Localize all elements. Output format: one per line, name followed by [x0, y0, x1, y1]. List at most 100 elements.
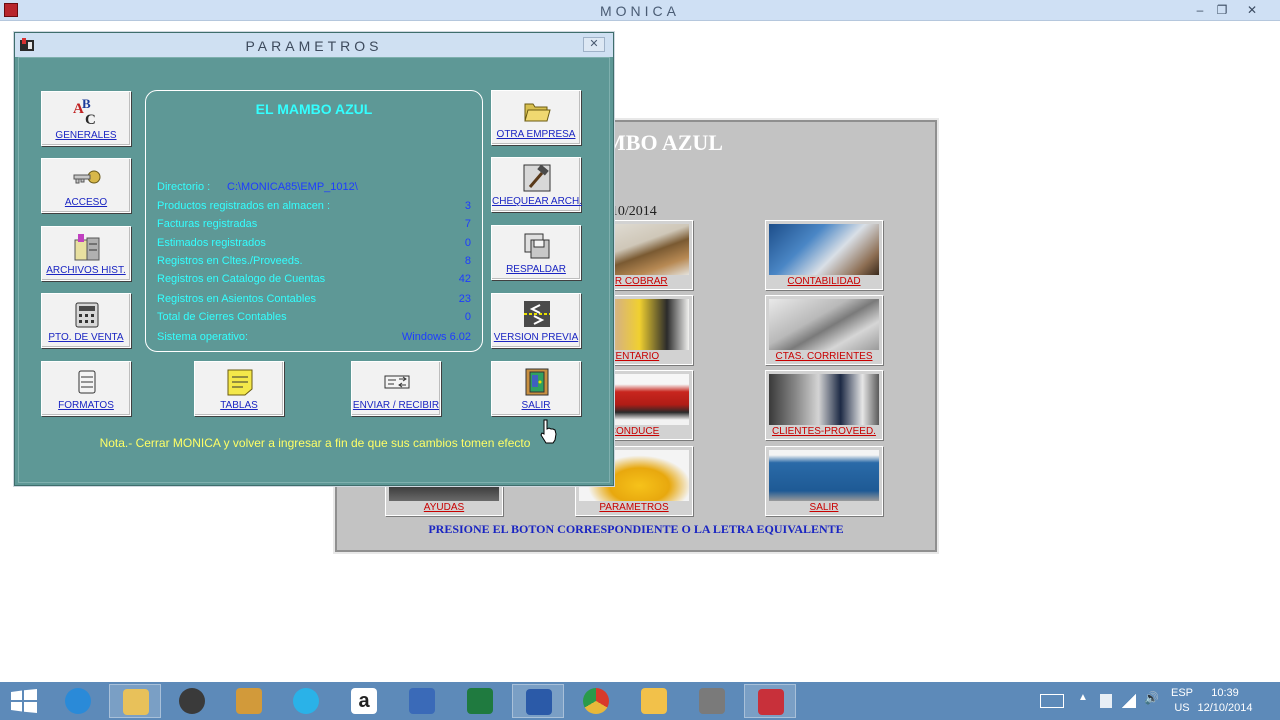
taskbar-media-player[interactable] — [223, 684, 275, 718]
main-footer-instructions: PRESIONE EL BOTON CORRESPONDIENTE O LA L… — [428, 522, 844, 536]
nota-message: Nota.- Cerrar MONICA y volver a ingresar… — [99, 436, 531, 450]
company-title: MBO AZUL — [605, 130, 723, 155]
mail-icon — [641, 688, 667, 714]
directory-value: C:\MONICA85\EMP_1012\ — [227, 181, 358, 193]
button-label: ACCESO — [64, 197, 108, 208]
send-receive-icon — [384, 375, 410, 389]
info-value: 8 — [464, 255, 471, 267]
taskbar-file-explorer[interactable] — [109, 684, 161, 718]
network-signal-icon[interactable] — [1122, 694, 1136, 708]
taskbar-excel[interactable] — [454, 684, 506, 718]
taskbar-network-app[interactable] — [396, 684, 448, 718]
tile-ctas-corrientes[interactable]: CTAS. CORRIENTES — [765, 295, 883, 365]
taskbar-chrome[interactable] — [570, 684, 622, 718]
info-value: 7 — [464, 218, 471, 230]
taskbar-internet-explorer[interactable] — [52, 684, 104, 718]
respaldar-button[interactable]: RESPALDAR — [491, 225, 581, 280]
dialog-close-button[interactable]: ✕ — [583, 37, 605, 52]
power-tray-icon[interactable] — [1100, 694, 1112, 708]
chrome-icon — [583, 688, 609, 714]
archive-files-icon — [74, 234, 100, 261]
network-computer-icon — [409, 688, 435, 714]
hammer-icon — [523, 164, 551, 192]
tile-clientes-proveed[interactable]: CLIENTES-PROVEED. — [765, 370, 883, 440]
volume-icon[interactable]: 🔊 — [1144, 691, 1159, 705]
info-row: Registros en Catalogo de Cuentas 42 — [157, 273, 471, 287]
taskbar: a ▲ 🔊 ESP US 10:39 12/10/2014 — [0, 682, 1280, 720]
button-label: PTO. DE VENTA — [48, 332, 124, 343]
keyboard-tray-icon[interactable] — [1040, 694, 1064, 708]
dialog-titlebar[interactable]: PARAMETROS ✕ — [15, 33, 613, 57]
tablas-button[interactable]: TABLAS — [194, 361, 284, 416]
taskbar-word[interactable] — [512, 684, 564, 718]
abc-letters-icon: A B C — [73, 97, 96, 127]
button-label: TABLAS — [220, 400, 258, 411]
pto-de-venta-button[interactable]: PTO. DE VENTA — [41, 293, 131, 348]
dialog-body: A B C GENERALES ACCESO ARCHIVOS HIST. PT… — [18, 57, 610, 483]
formatos-button[interactable]: FORMATOS — [41, 361, 131, 416]
taskbar-installer[interactable] — [686, 684, 738, 718]
info-label: Total de Cierres Contables — [157, 311, 287, 323]
taskbar-mail[interactable] — [628, 684, 680, 718]
company-name: EL MAMBO AZUL — [255, 101, 373, 117]
backup-disk-icon — [524, 233, 550, 259]
svg-text:B: B — [82, 97, 91, 111]
svg-text:C: C — [85, 112, 96, 127]
tile-label: CTAS. CORRIENTES — [775, 351, 873, 362]
info-value: 0 — [464, 311, 471, 323]
button-label: ENVIAR / RECIBIR — [352, 400, 440, 411]
directory-row: Directorio : C:\MONICA85\EMP_1012\ — [157, 181, 471, 195]
calculator-icon — [769, 224, 879, 275]
button-label: RESPALDAR — [506, 264, 566, 275]
info-value: 3 — [464, 200, 471, 212]
button-label: CHEQUEAR ARCH. — [492, 196, 583, 207]
door-icon — [769, 450, 879, 501]
hand-cursor-icon — [540, 419, 557, 444]
info-row: Total de Cierres Contables 0 — [157, 311, 471, 325]
info-row: Registros en Asientos Contables 23 — [157, 293, 471, 307]
otra-empresa-button[interactable]: OTRA EMPRESA — [491, 90, 581, 145]
info-label: Registros en Catalogo de Cuentas — [157, 273, 326, 285]
chequear-arch-button[interactable]: CHEQUEAR ARCH. — [491, 157, 583, 212]
info-row: Productos registrados en almacen : 3 — [157, 200, 471, 214]
version-arrows-icon — [524, 301, 550, 327]
tray-expand-icon[interactable]: ▲ — [1078, 692, 1088, 706]
windows-start-icon[interactable] — [10, 689, 38, 713]
info-label: Sistema operativo: — [157, 331, 249, 343]
system-clock[interactable]: 10:39 12/10/2014 — [1190, 686, 1260, 716]
taskbar-media-speaker[interactable] — [166, 684, 218, 718]
taskbar-skype[interactable] — [280, 684, 332, 718]
exit-door-icon — [525, 368, 549, 396]
tile-label: PARAMETROS — [599, 502, 669, 513]
info-row: Estimados registrados 0 — [157, 237, 471, 251]
restore-button[interactable]: ❐ — [1208, 1, 1236, 19]
tile-salir[interactable]: SALIR — [765, 446, 883, 516]
generales-button[interactable]: A B C GENERALES — [41, 91, 131, 146]
monica-icon — [758, 689, 784, 715]
word-icon — [526, 689, 552, 715]
app-titlebar: MONICA ‒ ❐ ✕ — [0, 0, 1280, 21]
tile-label: CONTABILIDAD — [787, 276, 861, 287]
businessmen-icon — [769, 374, 879, 425]
taskbar-amazon[interactable]: a — [338, 684, 390, 718]
acceso-button[interactable]: ACCESO — [41, 158, 131, 213]
button-label: SALIR — [521, 400, 551, 411]
tile-label: AYUDAS — [423, 502, 465, 513]
taskbar-monica[interactable] — [744, 684, 796, 718]
speaker-icon — [179, 688, 205, 714]
info-value: Windows 6.02 — [401, 331, 471, 343]
info-row: Sistema operativo: Windows 6.02 — [157, 331, 471, 345]
salir-button[interactable]: SALIR — [491, 361, 581, 416]
close-app-button[interactable]: ✕ — [1238, 1, 1266, 19]
excel-icon — [467, 688, 493, 714]
info-label: Registros en Asientos Contables — [157, 293, 316, 305]
version-previa-button[interactable]: VERSION PREVIA — [491, 293, 581, 348]
tile-label: SALIR — [809, 502, 839, 513]
archivos-hist-button[interactable]: ARCHIVOS HIST. — [41, 226, 131, 281]
info-value: 23 — [458, 293, 471, 305]
parametros-dialog: PARAMETROS ✕ A B C GENERALES ACCESO ARCH… — [14, 32, 614, 486]
clock-time: 10:39 — [1211, 687, 1239, 699]
info-label: Registros en Cltes./Proveeds. — [157, 255, 303, 267]
tile-contabilidad[interactable]: CONTABILIDAD — [765, 220, 883, 290]
enviar-recibir-button[interactable]: ENVIAR / RECIBIR — [351, 361, 441, 416]
